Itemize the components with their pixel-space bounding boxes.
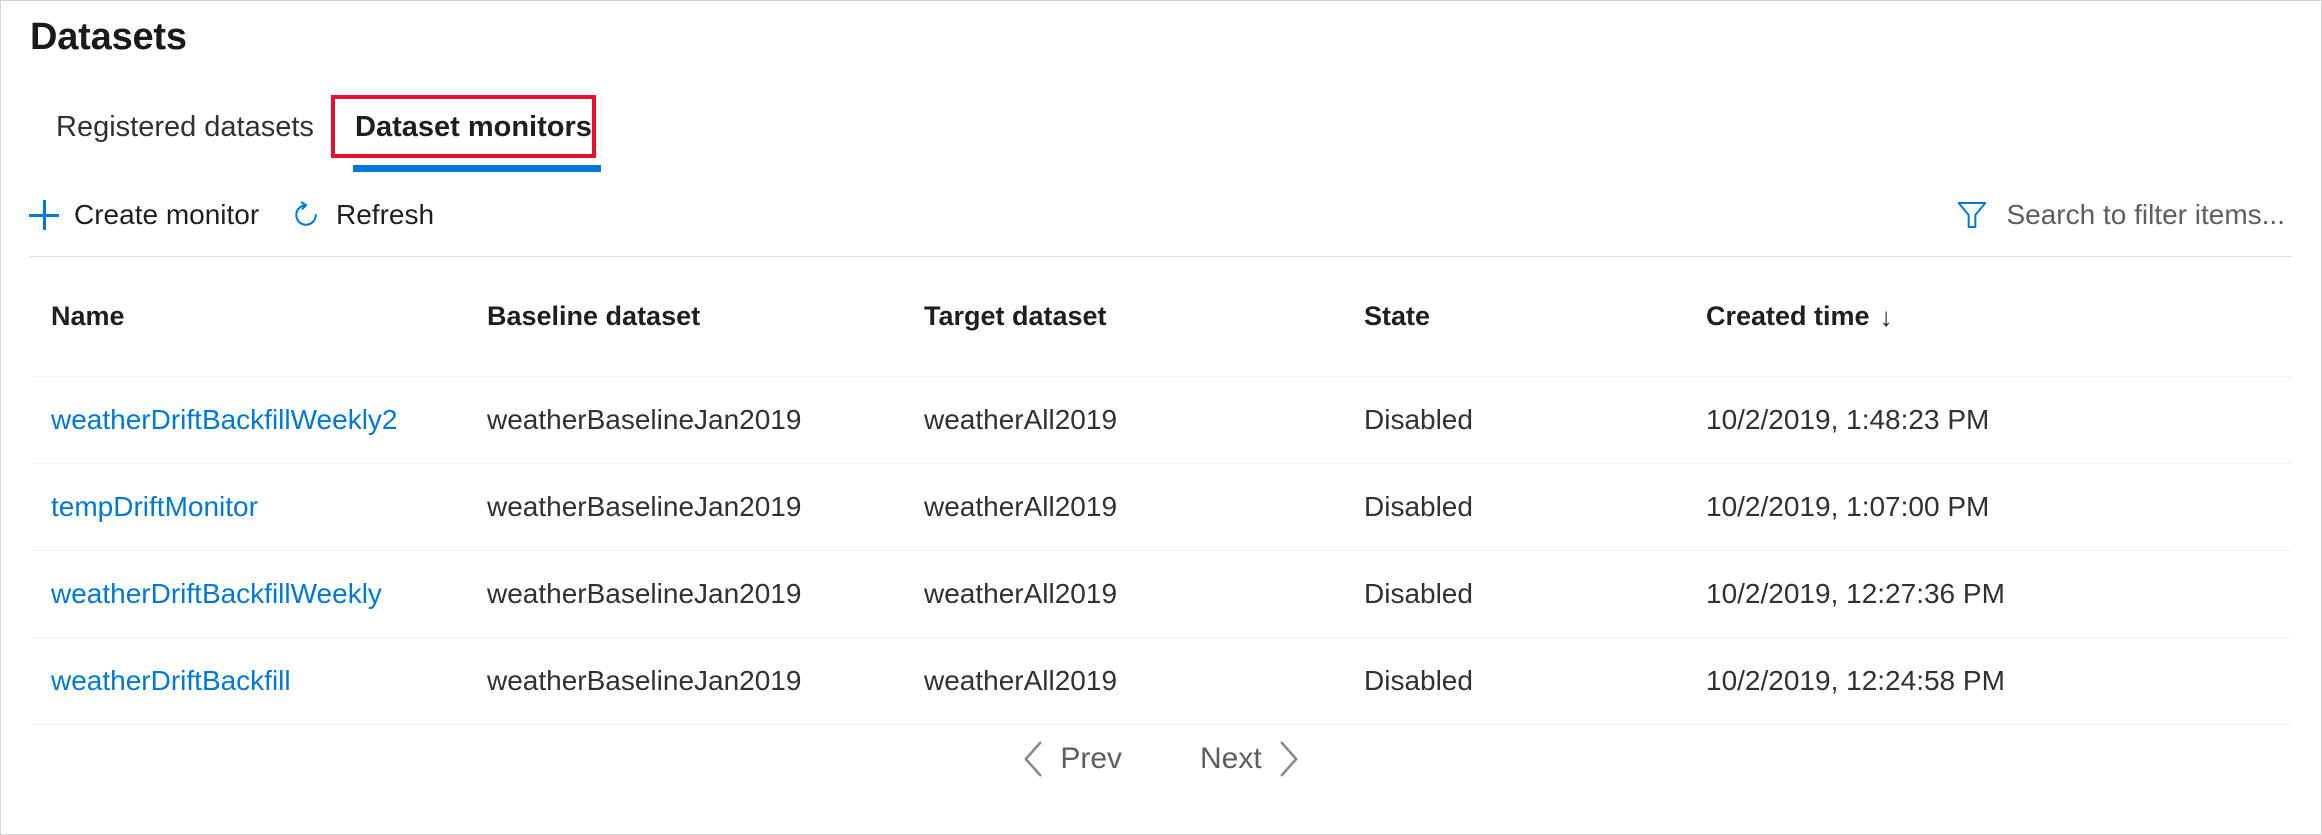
chevron-right-icon <box>1278 741 1300 777</box>
search-filter-input[interactable]: Search to filter items... <box>1956 186 2285 244</box>
sort-descending-icon: ↓ <box>1880 304 1893 330</box>
cell-name: tempDriftMonitor <box>30 491 473 523</box>
datasets-page: Datasets Registered datasets Dataset mon… <box>0 0 2322 835</box>
column-header-name-label: Name <box>51 301 125 332</box>
monitor-link[interactable]: tempDriftMonitor <box>51 491 258 522</box>
column-header-target-dataset-label: Target dataset <box>924 301 1107 332</box>
cell-state: Disabled <box>1350 665 1692 697</box>
cell-created-time: 10/2/2019, 12:27:36 PM <box>1692 578 2292 610</box>
create-monitor-button[interactable]: Create monitor <box>29 186 259 244</box>
table-bottom-divider <box>30 724 2292 725</box>
cell-state: Disabled <box>1350 404 1692 436</box>
pagination-prev-button[interactable]: Prev <box>1004 733 1140 785</box>
cell-baseline-dataset: weatherBaselineJan2019 <box>473 491 910 523</box>
cell-state: Disabled <box>1350 578 1692 610</box>
plus-icon <box>29 200 59 230</box>
page-title: Datasets <box>30 14 187 60</box>
tab-dataset-monitors[interactable]: Dataset monitors <box>331 96 616 158</box>
table-row[interactable]: tempDriftMonitor weatherBaselineJan2019 … <box>30 464 2292 550</box>
cell-name: weatherDriftBackfill <box>30 665 473 697</box>
column-header-state-label: State <box>1364 301 1430 332</box>
monitor-link[interactable]: weatherDriftBackfill <box>51 665 291 696</box>
cell-created-time: 10/2/2019, 12:24:58 PM <box>1692 665 2292 697</box>
tab-list: Registered datasets Dataset monitors <box>1 96 2321 168</box>
chevron-left-icon <box>1022 741 1044 777</box>
search-filter-placeholder: Search to filter items... <box>2006 199 2285 231</box>
cell-target-dataset: weatherAll2019 <box>910 404 1350 436</box>
tab-selected-underline <box>353 165 601 172</box>
pagination-prev-label: Prev <box>1060 742 1122 776</box>
cell-created-time: 10/2/2019, 1:07:00 PM <box>1692 491 2292 523</box>
create-monitor-label: Create monitor <box>74 199 259 231</box>
tab-registered-datasets-label: Registered datasets <box>56 111 314 144</box>
table-row[interactable]: weatherDriftBackfillWeekly2 weatherBasel… <box>30 377 2292 463</box>
column-header-created-time[interactable]: Created time ↓ <box>1692 301 2292 332</box>
cell-target-dataset: weatherAll2019 <box>910 665 1350 697</box>
tab-dataset-monitors-label: Dataset monitors <box>355 111 592 144</box>
pagination-next-button[interactable]: Next <box>1182 733 1318 785</box>
column-header-state[interactable]: State <box>1350 301 1692 332</box>
refresh-icon <box>291 200 321 230</box>
column-header-baseline-dataset-label: Baseline dataset <box>487 301 700 332</box>
cell-target-dataset: weatherAll2019 <box>910 491 1350 523</box>
refresh-label: Refresh <box>336 199 434 231</box>
table-row[interactable]: weatherDriftBackfillWeekly weatherBaseli… <box>30 551 2292 637</box>
dataset-monitors-table: Name Baseline dataset Target dataset Sta… <box>30 256 2292 725</box>
refresh-button[interactable]: Refresh <box>291 186 434 244</box>
column-header-baseline-dataset[interactable]: Baseline dataset <box>473 301 910 332</box>
column-header-created-time-label: Created time <box>1706 301 1870 332</box>
tab-registered-datasets[interactable]: Registered datasets <box>56 96 314 158</box>
filter-icon <box>1956 200 1988 230</box>
monitor-link[interactable]: weatherDriftBackfillWeekly <box>51 578 382 609</box>
monitor-link[interactable]: weatherDriftBackfillWeekly2 <box>51 404 398 435</box>
pagination-next-label: Next <box>1200 742 1262 776</box>
column-header-name[interactable]: Name <box>30 301 473 332</box>
cell-baseline-dataset: weatherBaselineJan2019 <box>473 578 910 610</box>
cell-baseline-dataset: weatherBaselineJan2019 <box>473 665 910 697</box>
cell-target-dataset: weatherAll2019 <box>910 578 1350 610</box>
table-row[interactable]: weatherDriftBackfill weatherBaselineJan2… <box>30 638 2292 724</box>
command-bar: Create monitor Refresh Search to filter … <box>1 186 2321 256</box>
cell-created-time: 10/2/2019, 1:48:23 PM <box>1692 404 2292 436</box>
pagination: Prev Next <box>1 733 2321 785</box>
cell-state: Disabled <box>1350 491 1692 523</box>
cell-name: weatherDriftBackfillWeekly <box>30 578 473 610</box>
cell-name: weatherDriftBackfillWeekly2 <box>30 404 473 436</box>
table-header-row: Name Baseline dataset Target dataset Sta… <box>30 257 2292 376</box>
column-header-target-dataset[interactable]: Target dataset <box>910 301 1350 332</box>
cell-baseline-dataset: weatherBaselineJan2019 <box>473 404 910 436</box>
